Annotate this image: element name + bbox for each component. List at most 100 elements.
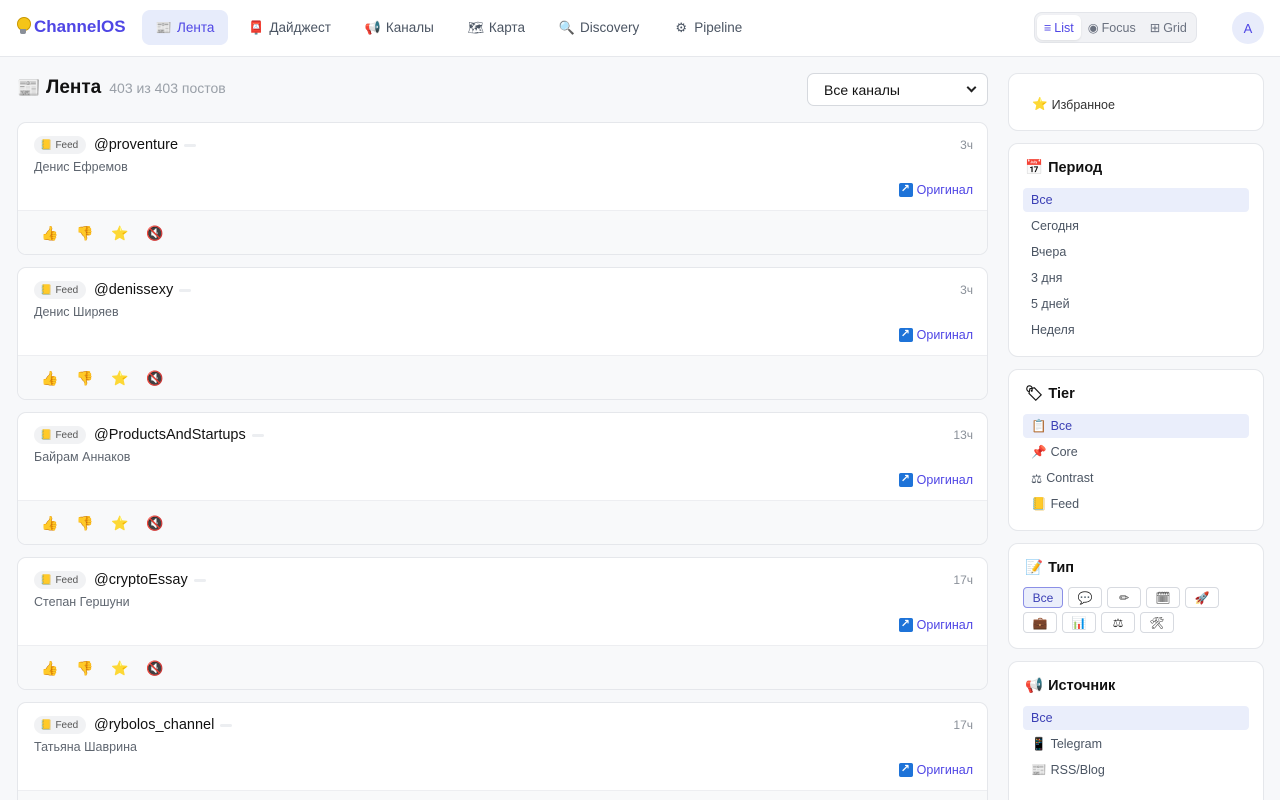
view-mode-list[interactable]: ≡ List xyxy=(1037,15,1081,40)
channel-handle[interactable]: @ProductsAndStartups xyxy=(94,427,264,443)
period-option-yesterday[interactable]: Вчера xyxy=(1023,240,1249,264)
app-logo[interactable]: ChannelOS xyxy=(16,17,126,37)
source-option-telegram[interactable]: 📱 Telegram xyxy=(1023,732,1249,756)
source-option-all[interactable]: Все xyxy=(1023,706,1249,730)
star-icon[interactable]: ⭐ xyxy=(111,225,129,243)
original-link[interactable]: Оригинал xyxy=(898,617,973,632)
pencil-icon[interactable]: ✏ xyxy=(1107,587,1141,608)
type-chip-all[interactable]: Все xyxy=(1023,587,1063,608)
post-card[interactable]: 📒Feed @denissexy Денис Ширяев 3ч Оригина… xyxy=(17,267,988,400)
original-link[interactable]: Оригинал xyxy=(898,327,973,342)
thumbs-up-icon[interactable]: 👍 xyxy=(41,515,59,533)
source-option-rss[interactable]: 📰 RSS/Blog xyxy=(1023,758,1249,782)
tier-badge: 📒 Feed xyxy=(34,281,87,299)
thumbs-up-icon[interactable]: 👍 xyxy=(41,660,59,678)
post-time: 17ч xyxy=(953,718,973,732)
thumbs-down-icon[interactable]: 👎 xyxy=(76,370,94,388)
clipboard-icon: 📋 xyxy=(1031,418,1047,433)
post-card[interactable]: 📒 Feed @ProductsAndStartups Байрам Аннако… xyxy=(17,412,988,545)
original-link[interactable]: Оригинал xyxy=(898,182,973,197)
source-filter-card: 📢 Источник Все 📱 Telegram 📰 RSS/Blog xyxy=(1008,661,1264,800)
memo-icon: 📝 xyxy=(1025,560,1044,576)
view-mode-grid[interactable]: ⊞ Grid xyxy=(1143,15,1194,40)
tools-icon[interactable]: 🛠 xyxy=(1140,612,1174,633)
post-time: 13ч xyxy=(953,428,973,442)
nav-item-digest[interactable]: 📮 Дайджест xyxy=(234,10,345,45)
post-card[interactable]: 📒Feed @proventure Денис Ефремов 3ч Ориги… xyxy=(17,122,988,255)
author-name: Байрам Аннаков xyxy=(34,450,131,464)
megaphone-icon: 📢 xyxy=(364,20,382,35)
mute-icon[interactable]: 🔇 xyxy=(146,660,164,678)
star-icon[interactable]: ⭐ xyxy=(111,660,129,678)
view-mode-focus[interactable]: ◉ Focus xyxy=(1081,15,1143,40)
type-title: 📝 Тип xyxy=(1025,559,1075,577)
scales-icon: ⚖ xyxy=(1031,471,1043,486)
tier-option-contrast[interactable]: ⚖ Contrast xyxy=(1023,466,1249,490)
channel-filter-select[interactable]: Все каналы xyxy=(807,73,988,106)
channel-handle[interactable]: @proventure xyxy=(94,137,197,153)
star-icon: ⭐ xyxy=(1032,97,1048,111)
period-filter-card: 📅 Период Все Сегодня Вчера 3 дня 5 дней Н… xyxy=(1008,143,1264,357)
bar-chart-icon[interactable]: 📊 xyxy=(1062,612,1096,633)
period-option-today[interactable]: Сегодня xyxy=(1023,214,1249,238)
external-link-icon xyxy=(898,762,913,777)
mute-icon[interactable]: 🔇 xyxy=(146,225,164,243)
period-option-all[interactable]: Все xyxy=(1023,188,1249,212)
thumbs-down-icon[interactable]: 👎 xyxy=(76,660,94,678)
ledger-icon: 📒 xyxy=(40,429,53,441)
channel-handle[interactable]: @rybolos_channel xyxy=(94,717,233,733)
ledger-icon: 📒 xyxy=(1031,496,1047,511)
thumbs-up-icon[interactable]: 👍 xyxy=(41,370,59,388)
list-icon: ≡ xyxy=(1044,20,1052,35)
star-icon[interactable]: ⭐ xyxy=(111,370,129,388)
favorites-filter[interactable]: ⭐ Избранное xyxy=(1032,97,1115,112)
briefcase-icon[interactable]: 💼 xyxy=(1023,612,1057,633)
nav-item-map[interactable]: 🗺 Карта xyxy=(454,10,539,45)
external-link-icon xyxy=(898,182,913,197)
page-title-text: Лента xyxy=(46,77,102,98)
postbox-icon: 📮 xyxy=(248,20,265,35)
grid-icon: ⊞ xyxy=(1149,21,1161,35)
thumbs-down-icon[interactable]: 👎 xyxy=(76,515,94,533)
nav-item-feed[interactable]: 📰 Лента xyxy=(142,10,229,45)
nav-item-pipeline[interactable]: ⚙ Pipeline xyxy=(659,10,756,45)
period-option-5-days[interactable]: 5 дней xyxy=(1023,292,1249,316)
post-time: 3ч xyxy=(960,138,973,152)
post-actions: 👍 👎 ⭐ 🔇 xyxy=(18,210,987,254)
ledger-icon: 📒 xyxy=(40,719,53,731)
original-link[interactable]: Оригинал xyxy=(898,762,973,777)
tier-option-feed[interactable]: 📒 Feed xyxy=(1023,492,1249,516)
author-name: Денис Ширяев xyxy=(34,305,119,319)
tier-option-core[interactable]: 📌 Core xyxy=(1023,440,1249,464)
app-name: ChannelOS xyxy=(34,17,126,36)
post-actions: 👍 👎 ⭐ 🔇 xyxy=(18,645,987,689)
thumbs-up-icon[interactable]: 👍 xyxy=(41,225,59,243)
nav-item-discovery[interactable]: 🔍 Discovery xyxy=(545,10,653,45)
rocket-icon[interactable]: 🚀 xyxy=(1185,587,1219,608)
speech-bubble-icon[interactable]: 💬 xyxy=(1068,587,1102,608)
post-card[interactable]: 📒 Feed @rybolos_channel Татьяна Шаврина 1… xyxy=(17,702,988,800)
calendar-icon[interactable]: 🗓 xyxy=(1146,587,1180,608)
nav-item-channels[interactable]: 📢 Каналы xyxy=(351,10,448,45)
post-card[interactable]: 📒Feed @cryptoEssay Степан Гершуни 17ч Ор… xyxy=(17,557,988,690)
mute-icon[interactable]: 🔇 xyxy=(146,515,164,533)
thumbs-down-icon[interactable]: 👎 xyxy=(76,225,94,243)
period-option-week[interactable]: Неделя xyxy=(1023,318,1249,342)
user-avatar[interactable]: A xyxy=(1232,12,1264,44)
megaphone-icon: 📢 xyxy=(1025,678,1044,694)
tier-title: 🏷 Tier xyxy=(1025,385,1075,403)
star-icon[interactable]: ⭐ xyxy=(111,515,129,533)
mute-icon[interactable]: 🔇 xyxy=(146,370,164,388)
focus-icon: ◉ xyxy=(1087,21,1099,35)
newspaper-icon: 📰 xyxy=(1031,762,1047,777)
nav-item-label: Карта xyxy=(488,20,525,35)
original-link[interactable]: Оригинал xyxy=(898,472,973,487)
mobile-phone-icon: 📱 xyxy=(1031,736,1047,751)
period-option-3-days[interactable]: 3 дня xyxy=(1023,266,1249,290)
post-time: 3ч xyxy=(960,283,973,297)
scales-icon[interactable]: ⚖ xyxy=(1101,612,1135,633)
channel-handle[interactable]: @cryptoEssay xyxy=(94,572,206,588)
tier-badge: 📒 Feed xyxy=(34,716,87,734)
channel-handle[interactable]: @denissexy xyxy=(94,282,192,298)
tier-option-all[interactable]: 📋 Все xyxy=(1023,414,1249,438)
